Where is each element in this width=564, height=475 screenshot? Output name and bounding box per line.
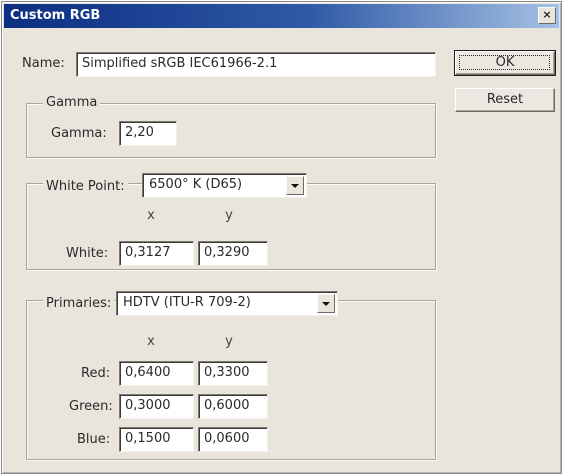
primaries-label: Primaries: — [43, 296, 115, 311]
title-bar[interactable]: Custom RGB × — [4, 4, 559, 28]
gamma-label: Gamma: — [51, 126, 107, 141]
white-label: White: — [66, 246, 109, 261]
primaries-y-header: y — [225, 334, 233, 349]
ok-button[interactable]: OK — [454, 50, 556, 76]
white-y-header: y — [225, 208, 233, 223]
white-y-input[interactable]: 0,3290 — [198, 241, 268, 266]
blue-y-input[interactable]: 0,0600 — [198, 427, 268, 452]
name-input[interactable]: Simplified sRGB IEC61966-2.1 — [76, 52, 436, 77]
primaries-x-header: x — [147, 334, 155, 349]
red-y-input[interactable]: 0,3300 — [198, 361, 268, 386]
reset-button[interactable]: Reset — [455, 88, 555, 112]
reset-button-label: Reset — [486, 92, 524, 107]
close-icon: × — [542, 8, 552, 21]
green-x-input[interactable]: 0,3000 — [119, 394, 194, 419]
close-button[interactable]: × — [538, 7, 556, 24]
white-x-input[interactable]: 0,3127 — [119, 241, 194, 266]
focus-rectangle — [459, 55, 550, 70]
white-point-label: White Point: — [43, 179, 128, 194]
gamma-group-title: Gamma — [43, 95, 101, 110]
gamma-input[interactable]: 2,20 — [119, 121, 177, 146]
name-label: Name: — [22, 56, 65, 71]
blue-x-input[interactable]: 0,1500 — [119, 427, 194, 452]
primaries-selected: HDTV (ITU-R 709-2) — [123, 295, 251, 310]
blue-label: Blue: — [77, 432, 111, 447]
dialog-title: Custom RGB — [10, 8, 101, 23]
chevron-down-icon[interactable] — [317, 294, 335, 313]
primaries-dropdown[interactable]: HDTV (ITU-R 709-2) — [116, 291, 338, 316]
white-point-selected: 6500° K (D65) — [149, 177, 243, 192]
red-label: Red: — [81, 366, 111, 381]
red-x-input[interactable]: 0,6400 — [119, 361, 194, 386]
white-x-header: x — [147, 208, 155, 223]
chevron-down-icon[interactable] — [286, 176, 304, 195]
green-y-input[interactable]: 0,6000 — [198, 394, 268, 419]
custom-rgb-dialog: Custom RGB × Name: Simplified sRGB IEC61… — [1, 1, 562, 474]
green-label: Green: — [69, 399, 113, 414]
white-point-dropdown[interactable]: 6500° K (D65) — [142, 173, 307, 198]
